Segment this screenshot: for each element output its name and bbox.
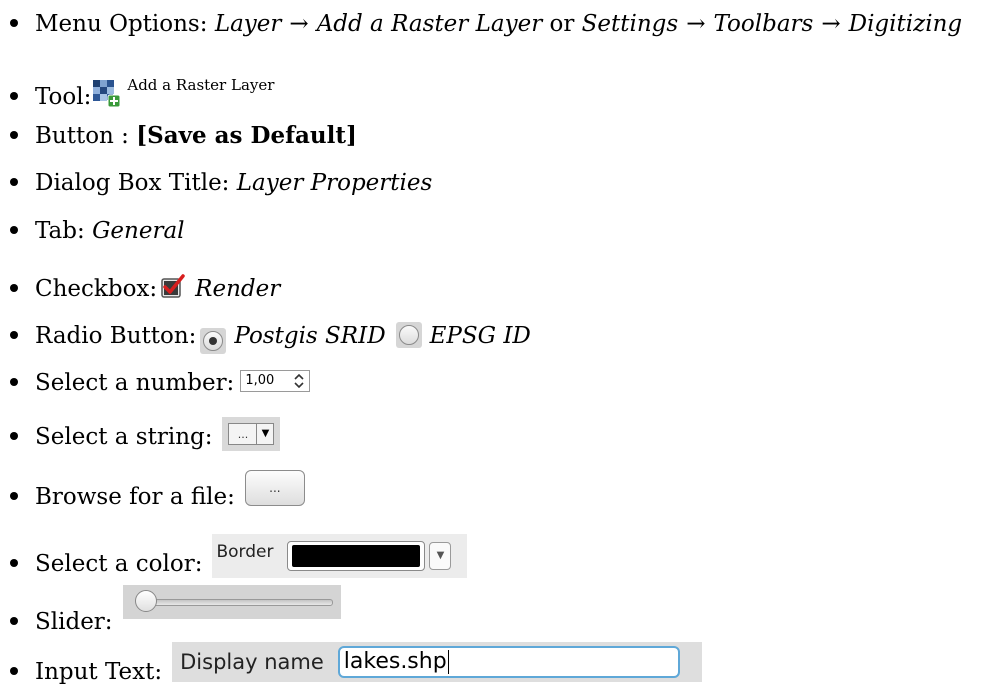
radio-option-1-label: Postgis SRID (234, 323, 386, 349)
bullet (10, 19, 18, 27)
bullet (10, 92, 18, 100)
save-as-default-button[interactable]: [Save as Default] (136, 124, 357, 147)
browse-file-button[interactable]: ... (244, 470, 305, 506)
menu-path-1-part-2: Add a Raster Layer (316, 11, 543, 37)
spinbox-value: 1,00 (245, 373, 275, 388)
radio-selected-dot (209, 337, 218, 345)
menu-arrow: → (289, 11, 309, 37)
dialog-title-item: Dialog Box Title: Layer Properties (10, 172, 432, 195)
slider-item: Slider: (10, 585, 341, 635)
spin-arrows-icon[interactable] (293, 373, 305, 388)
menu-arrow: → (686, 11, 706, 37)
number-label: Select a number: (35, 370, 235, 396)
color-item: Select a color: Border ▼ (10, 534, 468, 588)
file-item: Browse for a file: ... (10, 470, 305, 518)
checked-checkbox-icon[interactable] (161, 274, 185, 298)
color-widget-label: Border (216, 541, 274, 562)
input-widget: Display name lakes.shp (172, 642, 703, 682)
tab-general[interactable]: General (92, 220, 184, 243)
file-label: Browse for a file: (35, 484, 235, 510)
combo-value: ... (229, 424, 258, 444)
menu-path-1-part-1: Layer (214, 11, 282, 37)
bullet (10, 378, 18, 386)
button-label: Button : (35, 123, 129, 149)
menu-options-label: Menu Options: (35, 11, 208, 37)
menu-path-2-part-1: Settings (581, 11, 679, 37)
string-item: Select a string: ... ▼ (10, 417, 281, 457)
display-name-input[interactable]: lakes.shp (337, 646, 680, 678)
tool-label: Tool: (35, 84, 92, 110)
tool-item: Tool: Add a Raster Layer (10, 76, 274, 109)
tool-text: Add a Raster Layer (127, 76, 275, 94)
dialog-title-value: Layer Properties (236, 170, 433, 196)
button-item: Button : [Save as Default] (10, 124, 357, 148)
dropdown-arrow-icon[interactable]: ▼ (257, 424, 273, 444)
bullet (10, 284, 18, 292)
slider-label: Slider: (35, 609, 113, 635)
radio-label: Radio Button: (35, 323, 197, 349)
tab-item: Tab: General (10, 220, 185, 243)
string-label: Select a string: (35, 423, 213, 450)
checkbox-label: Checkbox: (35, 276, 158, 302)
bullet (10, 178, 18, 186)
bullet (10, 226, 18, 234)
combo-box: ... ▼ (228, 423, 275, 445)
add-raster-layer-icon[interactable] (93, 80, 121, 108)
bullet (10, 666, 18, 675)
bullet (10, 431, 18, 440)
dialog-title-label: Dialog Box Title: (35, 170, 230, 196)
radio-ring (203, 331, 224, 351)
bullet (10, 131, 18, 139)
menu-path-2-part-3: Digitizing (848, 11, 963, 37)
bullet (10, 617, 18, 625)
input-label: Input Text: (35, 658, 163, 685)
radio-epsg-id[interactable] (395, 322, 422, 348)
radio-option-2-label: EPSG ID (429, 323, 531, 349)
slider-handle[interactable] (134, 590, 157, 612)
tab-label: Tab: (35, 218, 85, 244)
menu-options-item: Menu Options: Layer → Add a Raster Layer… (10, 13, 962, 36)
checkbox-item: Checkbox: Render (10, 272, 280, 301)
input-value: lakes.shp (343, 649, 447, 674)
radio-ring (398, 325, 419, 345)
number-spinbox[interactable]: 1,00 (240, 369, 311, 392)
display-name-label: Display name (180, 649, 324, 674)
color-widget: Border ▼ (212, 534, 468, 578)
color-dropdown-arrow-icon[interactable]: ▼ (429, 542, 452, 570)
string-combo[interactable]: ... ▼ (222, 417, 281, 451)
text-caret (447, 650, 449, 674)
bullet (10, 492, 18, 500)
color-swatch-button[interactable] (287, 541, 426, 571)
menu-or-word: or (549, 11, 575, 37)
color-swatch-fill (292, 545, 421, 567)
bullet (10, 558, 18, 567)
checkbox-render-label: Render (195, 276, 281, 302)
radio-postgis-srid[interactable] (200, 328, 227, 354)
bullet (10, 331, 18, 339)
slider-widget[interactable] (122, 585, 341, 619)
menu-path-2-part-2: Toolbars (713, 11, 814, 37)
input-item: Input Text: Display name lakes.shp (10, 642, 703, 692)
menu-arrow: → (821, 11, 841, 37)
radio-item: Radio Button: Postgis SRID EPSG ID (10, 320, 531, 354)
number-item: Select a number: 1,00 (10, 369, 311, 398)
color-label: Select a color: (35, 550, 203, 577)
slider-track[interactable] (136, 599, 333, 606)
